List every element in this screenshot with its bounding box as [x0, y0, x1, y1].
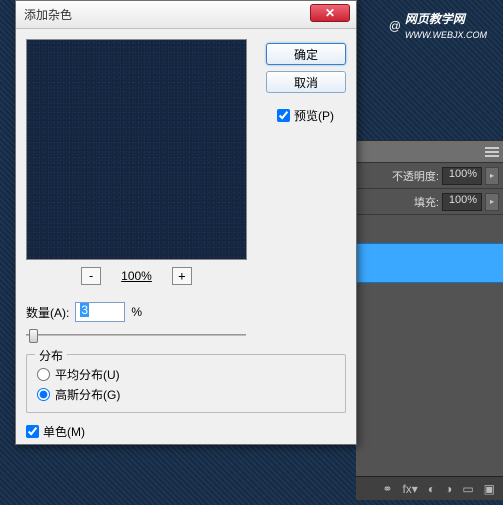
selected-layer[interactable] [356, 243, 503, 283]
amount-label: 数量(A): [26, 304, 69, 321]
layers-panel-header [356, 141, 503, 163]
cancel-button[interactable]: 取消 [266, 71, 346, 93]
adjustment-icon[interactable]: ◑ [445, 482, 452, 496]
uniform-label: 平均分布(U) [55, 366, 120, 383]
gaussian-row[interactable]: 高斯分布(G) [37, 386, 335, 403]
panel-menu-icon[interactable] [485, 147, 499, 157]
amount-input[interactable]: 3 [75, 302, 125, 322]
fx-icon[interactable]: fx▾ [402, 482, 417, 496]
dialog-titlebar[interactable]: 添加杂色 ✕ [16, 1, 356, 29]
monochrome-checkbox[interactable] [26, 425, 39, 438]
slider-thumb[interactable] [29, 329, 38, 343]
preview-label: 预览(P) [294, 107, 334, 124]
fill-flyout-icon[interactable]: ▸ [485, 193, 499, 211]
folder-icon[interactable]: ▭ [462, 482, 473, 496]
amount-slider[interactable] [26, 328, 246, 342]
add-noise-dialog: 添加杂色 ✕ - 100% + 确定 取消 预览(P) 数量(A): 3 % [15, 0, 357, 445]
distribution-group: 分布 平均分布(U) 高斯分布(G) [26, 354, 346, 413]
dialog-title: 添加杂色 [24, 6, 72, 23]
zoom-out-button[interactable]: - [81, 267, 101, 285]
opacity-row: 不透明度: 100% ▸ [356, 163, 503, 189]
preview-checkbox[interactable] [277, 109, 290, 122]
gaussian-label: 高斯分布(G) [55, 386, 120, 403]
close-button[interactable]: ✕ [310, 4, 350, 22]
noise-preview[interactable] [26, 39, 247, 260]
zoom-level: 100% [121, 269, 152, 283]
monochrome-label: 单色(M) [43, 423, 85, 440]
opacity-label: 不透明度: [392, 168, 439, 184]
close-icon: ✕ [325, 6, 335, 20]
ok-button[interactable]: 确定 [266, 43, 346, 65]
gaussian-radio[interactable] [37, 388, 50, 401]
opacity-flyout-icon[interactable]: ▸ [485, 167, 499, 185]
amount-suffix: % [131, 305, 142, 319]
uniform-row[interactable]: 平均分布(U) [37, 366, 335, 383]
new-layer-icon[interactable]: ▣ [484, 482, 495, 496]
monochrome-row[interactable]: 单色(M) [26, 423, 346, 440]
uniform-radio[interactable] [37, 368, 50, 381]
opacity-input[interactable]: 100% [442, 167, 482, 185]
watermark: @ 网页教学网WWW.WEBJX.COM [389, 10, 487, 41]
zoom-in-button[interactable]: + [172, 267, 192, 285]
slider-track [26, 334, 246, 336]
layers-footer: ⚭ fx▾ ◐ ◑ ▭ ▣ [356, 476, 503, 500]
link-icon[interactable]: ⚭ [382, 482, 392, 496]
layers-panel: 不透明度: 100% ▸ 填充: 100% ▸ ⚭ fx▾ ◐ ◑ ▭ ▣ [356, 140, 503, 500]
zoom-controls: - 100% + [26, 264, 247, 288]
mask-icon[interactable]: ◐ [428, 482, 435, 496]
fill-input[interactable]: 100% [442, 193, 482, 211]
fill-label: 填充: [414, 194, 439, 210]
distribution-title: 分布 [35, 347, 67, 364]
fill-row: 填充: 100% ▸ [356, 189, 503, 215]
